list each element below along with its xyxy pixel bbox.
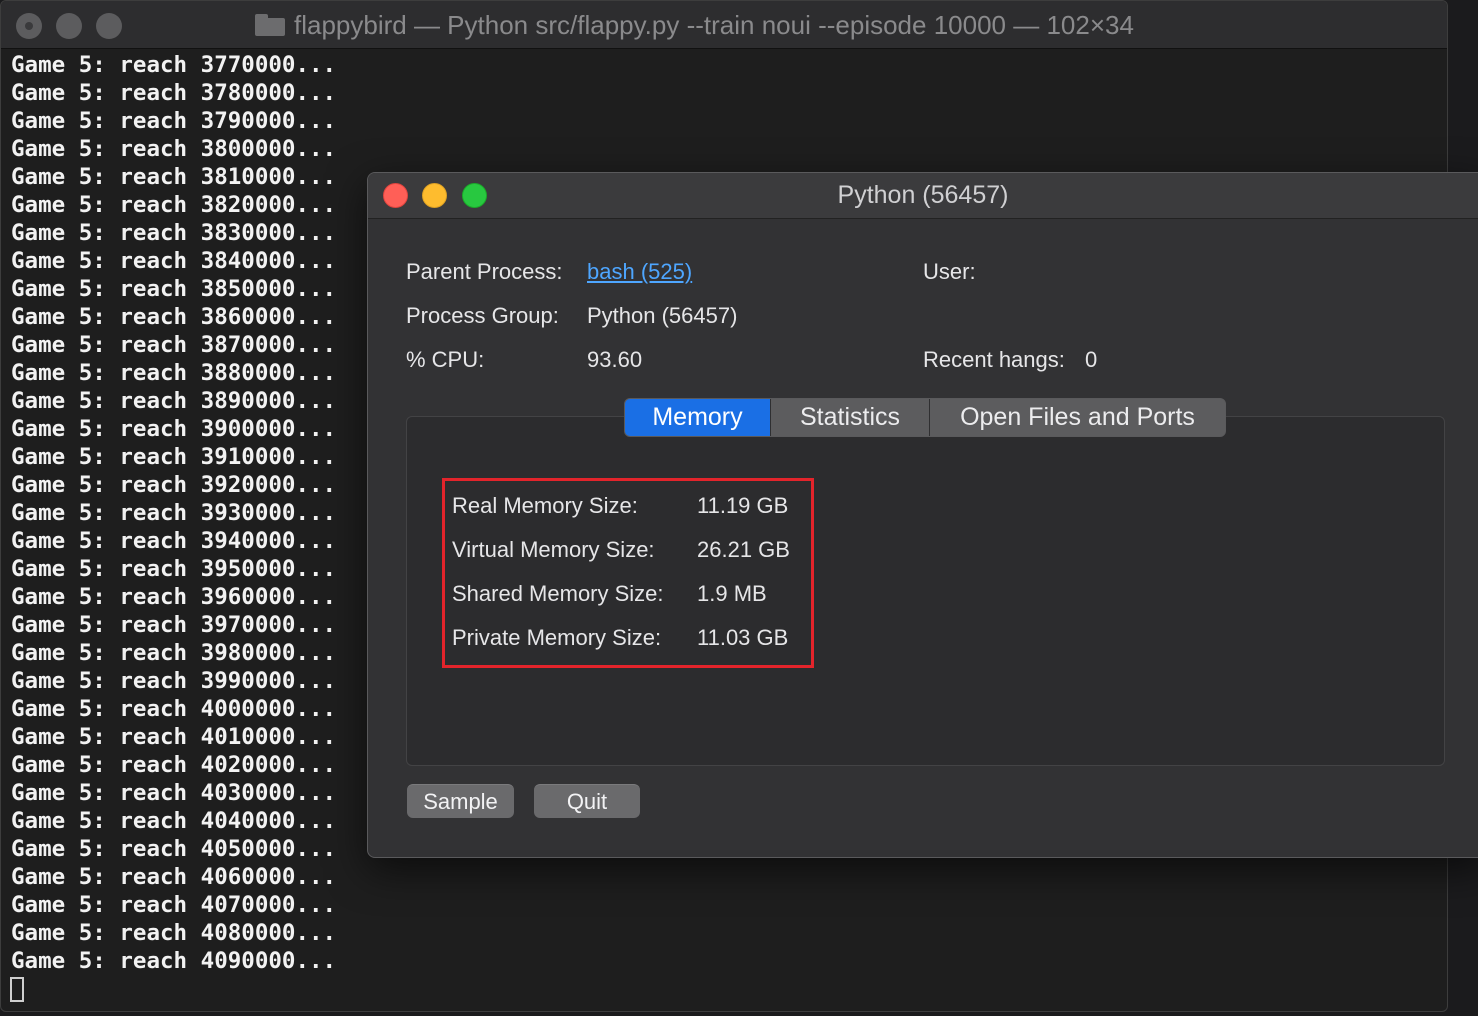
terminal-line: Game 5: reach 3810000...	[11, 164, 337, 190]
terminal-line: Game 5: reach 3890000...	[11, 388, 337, 414]
terminal-line: Game 5: reach 4000000...	[11, 696, 337, 722]
cpu-label: % CPU:	[406, 347, 485, 372]
terminal-output[interactable]: Game 5: reach 3770000... Game 5: reach 3…	[11, 51, 336, 975]
terminal-line: Game 5: reach 3830000...	[11, 220, 337, 246]
terminal-line: Game 5: reach 3800000...	[11, 136, 337, 162]
shared-memory-label: Shared Memory Size:	[452, 581, 664, 606]
terminal-line: Game 5: reach 4050000...	[11, 836, 337, 862]
parent-process-link[interactable]: bash (525)	[587, 259, 692, 285]
private-memory-label: Private Memory Size:	[452, 625, 662, 650]
inspector-titlebar[interactable]: Python (56457)	[368, 173, 1478, 219]
recent-hangs-value: 0	[1085, 347, 1098, 372]
virtual-memory-label: Virtual Memory Size:	[452, 537, 655, 562]
recent-hangs-label: Recent hangs:	[923, 347, 1065, 372]
process-group-label: Process Group:	[406, 303, 559, 328]
terminal-line: Game 5: reach 3850000...	[11, 276, 337, 302]
terminal-minimize-icon[interactable]	[56, 13, 82, 39]
terminal-line: Game 5: reach 3950000...	[11, 556, 337, 582]
terminal-line: Game 5: reach 3990000...	[11, 668, 337, 694]
quit-button[interactable]: Quit	[534, 784, 640, 818]
terminal-line: Game 5: reach 3870000...	[11, 332, 337, 358]
terminal-line: Game 5: reach 3920000...	[11, 472, 337, 498]
terminal-line: Game 5: reach 3910000...	[11, 444, 337, 470]
terminal-line: Game 5: reach 3930000...	[11, 500, 337, 526]
terminal-line: Game 5: reach 3840000...	[11, 248, 337, 274]
parent-process-label: Parent Process:	[406, 259, 563, 284]
terminal-line: Game 5: reach 4060000...	[11, 864, 337, 890]
terminal-cursor	[10, 977, 24, 1002]
terminal-close-icon[interactable]	[16, 13, 42, 39]
tab-statistics[interactable]: Statistics	[770, 399, 929, 436]
terminal-line: Game 5: reach 3790000...	[11, 108, 337, 134]
terminal-line: Game 5: reach 3960000...	[11, 584, 337, 610]
terminal-line: Game 5: reach 3940000...	[11, 528, 337, 554]
private-memory-value: 11.03 GB	[697, 625, 789, 650]
real-memory-value: 11.19 GB	[697, 493, 789, 518]
tab-bar: Memory Statistics Open Files and Ports	[624, 398, 1226, 437]
cpu-value: 93.60	[587, 347, 643, 372]
tab-memory[interactable]: Memory	[625, 399, 770, 436]
terminal-line: Game 5: reach 4010000...	[11, 724, 337, 750]
terminal-line: Game 5: reach 3820000...	[11, 192, 337, 218]
terminal-line: Game 5: reach 4020000...	[11, 752, 337, 778]
inspector-title: Python (56457)	[837, 181, 1009, 209]
terminal-zoom-icon[interactable]	[96, 13, 122, 39]
shared-memory-value: 1.9 MB	[697, 581, 767, 606]
terminal-line: Game 5: reach 3900000...	[11, 416, 337, 442]
terminal-line: Game 5: reach 3780000...	[11, 80, 337, 106]
tab-open-files-and-ports[interactable]: Open Files and Ports	[929, 399, 1225, 436]
process-inspector-window[interactable]: Python (56457) Parent Process: bash (525…	[367, 172, 1478, 858]
terminal-line: Game 5: reach 3980000...	[11, 640, 337, 666]
process-group-value: Python (56457)	[587, 303, 738, 328]
terminal-line: Game 5: reach 3880000...	[11, 360, 337, 386]
terminal-line: Game 5: reach 4070000...	[11, 892, 337, 918]
terminal-line: Game 5: reach 4090000...	[11, 948, 337, 974]
user-label: User:	[923, 259, 976, 284]
terminal-line: Game 5: reach 3770000...	[11, 52, 337, 78]
terminal-line: Game 5: reach 4040000...	[11, 808, 337, 834]
real-memory-label: Real Memory Size:	[452, 493, 638, 518]
folder-icon	[255, 14, 285, 36]
sample-button[interactable]: Sample	[407, 784, 514, 818]
terminal-line: Game 5: reach 4080000...	[11, 920, 337, 946]
terminal-line: Game 5: reach 4030000...	[11, 780, 337, 806]
terminal-titlebar[interactable]: flappybird — Python src/flappy.py --trai…	[1, 1, 1447, 49]
terminal-line: Game 5: reach 3860000...	[11, 304, 337, 330]
virtual-memory-value: 26.21 GB	[697, 537, 790, 562]
terminal-line: Game 5: reach 3970000...	[11, 612, 337, 638]
terminal-title: flappybird — Python src/flappy.py --trai…	[294, 9, 1134, 40]
